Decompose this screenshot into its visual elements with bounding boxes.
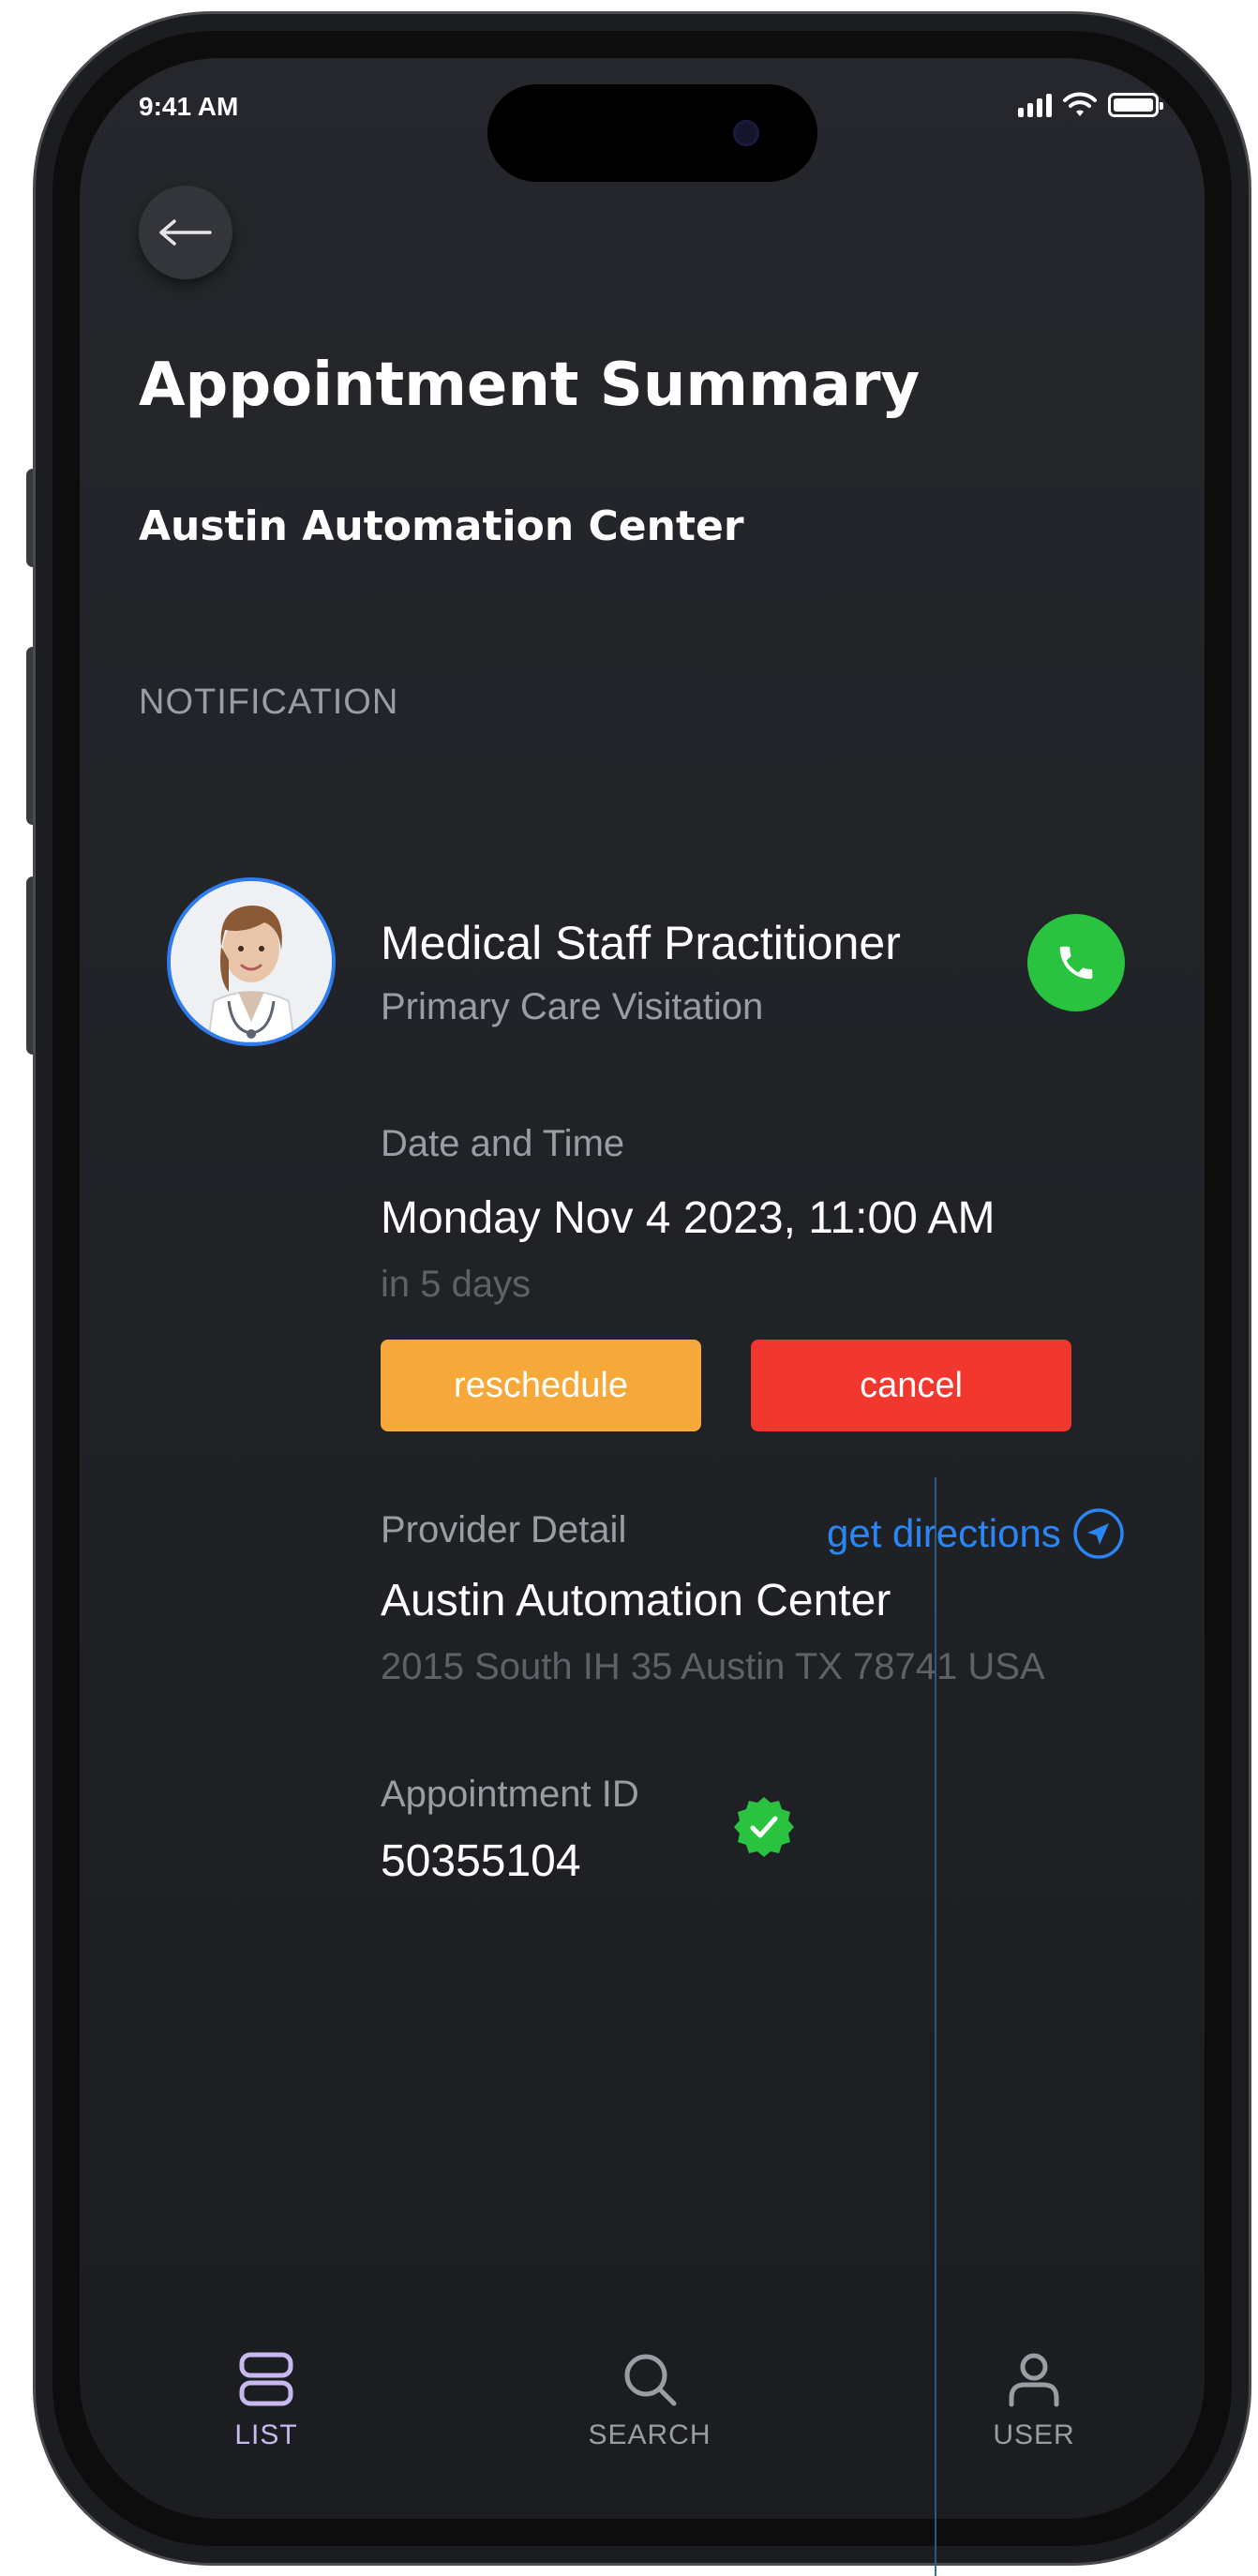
phone-icon: [1059, 946, 1093, 980]
status-time: 9:41 AM: [139, 92, 239, 121]
dynamic-island: [487, 84, 817, 182]
provider-detail-label: Provider Detail: [381, 1509, 627, 1550]
location-address: 2015 South IH 35 Austin TX 78741 USA: [381, 1646, 1045, 1687]
page-title: Appointment Summary: [139, 351, 921, 420]
user-icon: [1009, 2353, 1059, 2407]
verified-badge-icon: [734, 1797, 794, 1857]
get-directions-label: get directions: [827, 1511, 1061, 1555]
app-screen: [80, 58, 1205, 2519]
provider-type: Primary Care Visitation: [381, 986, 764, 1027]
avatar: [167, 877, 336, 1046]
status-icons: [1018, 92, 1163, 118]
appointment-id-value: 50355104: [381, 1836, 581, 1886]
date-time-value: Monday Nov 4 2023, 11:00 AM: [381, 1193, 996, 1243]
tab-search-label: SEARCH: [588, 2419, 711, 2450]
tab-user[interactable]: USER: [950, 2351, 1118, 2451]
section-label: NOTIFICATION: [139, 682, 399, 722]
guide-line: [935, 1477, 936, 2576]
wifi-icon: [1063, 92, 1097, 116]
cancel-button[interactable]: cancel: [751, 1340, 1071, 1431]
tab-user-label: USER: [993, 2419, 1075, 2450]
appointment-id-label: Appointment ID: [381, 1774, 639, 1815]
location-subtitle: Austin Automation Center: [139, 502, 744, 550]
search-icon: [624, 2354, 677, 2406]
tab-list[interactable]: LIST: [182, 2351, 351, 2451]
battery-icon: [1108, 93, 1163, 117]
call-button[interactable]: [1027, 914, 1125, 1011]
tab-list-label: LIST: [234, 2419, 298, 2450]
signal-icon: [1018, 93, 1052, 117]
get-directions-link[interactable]: get directions: [827, 1507, 1125, 1560]
provider-name: Medical Staff Practitioner: [381, 917, 901, 969]
location-name: Austin Automation Center: [381, 1576, 891, 1625]
tab-search[interactable]: SEARCH: [565, 2351, 734, 2451]
relative-time: in 5 days: [381, 1264, 532, 1305]
camera-icon: [733, 120, 759, 146]
doctor-portrait-icon: [171, 881, 332, 1042]
navigation-arrow-icon: [1073, 1508, 1124, 1559]
reschedule-button[interactable]: reschedule: [381, 1340, 701, 1431]
back-button[interactable]: [139, 186, 232, 279]
list-icon: [239, 2352, 293, 2406]
date-time-label: Date and Time: [381, 1123, 625, 1164]
back-arrow-icon: [159, 219, 212, 246]
